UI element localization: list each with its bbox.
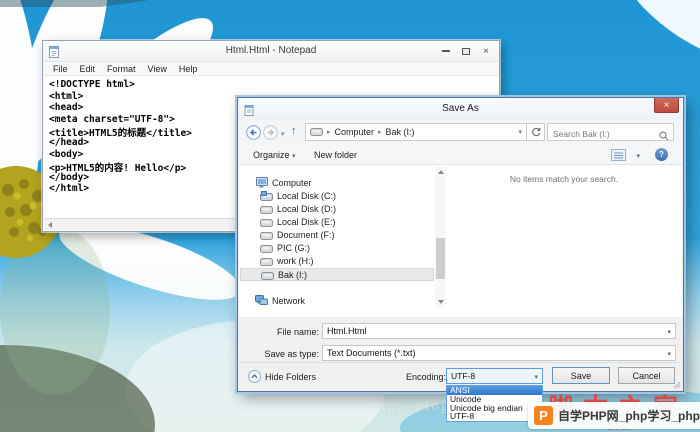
drive-icon bbox=[259, 217, 274, 227]
organize-button[interactable]: Organize ▾ bbox=[253, 150, 296, 160]
tree-item-drive-f[interactable]: Document (F:) bbox=[240, 228, 434, 241]
maximize-button[interactable] bbox=[456, 44, 476, 58]
file-name-combobox[interactable]: Html.Html ▾ bbox=[322, 323, 676, 339]
save-type-label: Save as type: bbox=[239, 349, 319, 359]
site-badge-text: 自学PHP网_php学习_php教 bbox=[558, 407, 700, 424]
tree-item-drive-e[interactable]: Local Disk (E:) bbox=[240, 215, 434, 228]
notepad-title: Html.Html - Notepad bbox=[43, 45, 499, 56]
drive-icon bbox=[259, 256, 274, 266]
notepad-menubar: File Edit Format View Help bbox=[43, 62, 499, 76]
chevron-down-icon: ▾ bbox=[292, 153, 296, 160]
refresh-button[interactable] bbox=[527, 123, 545, 141]
drive-icon bbox=[259, 243, 274, 253]
dialog-titlebar[interactable]: Save As × bbox=[238, 98, 683, 120]
command-toolbar: Organize ▾ New folder ▾ ? bbox=[239, 145, 682, 165]
scroll-down-arrow-icon[interactable] bbox=[435, 296, 446, 307]
empty-search-message: No items match your search. bbox=[446, 174, 682, 184]
drive-icon bbox=[260, 270, 275, 280]
chevron-down-icon[interactable]: ▾ bbox=[667, 328, 671, 336]
encoding-value: UTF-8 bbox=[451, 371, 475, 381]
drive-icon bbox=[259, 204, 274, 214]
save-type-combobox[interactable]: Text Documents (*.txt) ▾ bbox=[322, 345, 676, 361]
breadcrumb-separator-icon: ▸ bbox=[374, 128, 386, 136]
notepad-titlebar[interactable]: Html.Html - Notepad × bbox=[43, 41, 499, 62]
menu-file[interactable]: File bbox=[47, 64, 74, 74]
chevron-down-icon[interactable]: ▾ bbox=[534, 373, 538, 381]
cancel-button[interactable]: Cancel bbox=[618, 367, 675, 384]
new-folder-button[interactable]: New folder bbox=[314, 150, 357, 160]
save-type-value: Text Documents (*.txt) bbox=[327, 348, 416, 358]
tree-item-network[interactable]: Network bbox=[240, 294, 434, 307]
drive-icon bbox=[259, 230, 274, 240]
file-name-value: Html.Html bbox=[327, 326, 367, 336]
menu-format[interactable]: Format bbox=[101, 64, 142, 74]
file-name-label: File name: bbox=[239, 327, 319, 337]
search-input[interactable] bbox=[548, 126, 673, 142]
breadcrumb-separator-icon: ▸ bbox=[323, 128, 335, 136]
computer-icon bbox=[254, 177, 269, 188]
dialog-title: Save As bbox=[238, 103, 683, 114]
views-icon bbox=[611, 149, 626, 161]
close-button[interactable]: × bbox=[476, 44, 496, 58]
change-view-button[interactable] bbox=[611, 149, 626, 161]
search-box[interactable] bbox=[547, 123, 674, 141]
minimize-button[interactable] bbox=[436, 44, 456, 58]
encoding-combobox[interactable]: UTF-8 ▾ bbox=[446, 368, 543, 384]
save-as-dialog: Save As × ▾ ↑ ▸ Computer ▸ Bak (I:) ▾ bbox=[237, 97, 684, 392]
navigation-tree: Computer Local Disk (C:) Local Disk (D:)… bbox=[239, 165, 435, 317]
scrollbar-thumb[interactable] bbox=[436, 238, 445, 279]
help-button[interactable]: ? bbox=[655, 148, 668, 161]
site-badge: P 自学PHP网_php学习_php教 bbox=[528, 402, 700, 429]
breadcrumb-computer[interactable]: Computer bbox=[335, 127, 375, 137]
chevron-down-icon[interactable]: ▾ bbox=[667, 350, 671, 358]
tree-item-drive-d[interactable]: Local Disk (D:) bbox=[240, 202, 434, 215]
dialog-close-button[interactable]: × bbox=[654, 98, 679, 113]
code-line: <!DOCTYPE html> bbox=[49, 79, 498, 91]
up-button[interactable]: ↑ bbox=[291, 125, 297, 137]
address-bar[interactable]: ▸ Computer ▸ Bak (I:) ▾ bbox=[305, 123, 527, 141]
desktop: Html.Html - Notepad × File Edit Format V… bbox=[0, 0, 700, 432]
tree-item-drive-c[interactable]: Local Disk (C:) bbox=[240, 189, 434, 202]
navigation-bar: ▾ ↑ ▸ Computer ▸ Bak (I:) ▾ bbox=[239, 120, 682, 145]
tree-item-drive-g[interactable]: PIC (G:) bbox=[240, 241, 434, 254]
tree-item-drive-h[interactable]: work (H:) bbox=[240, 254, 434, 267]
back-button[interactable] bbox=[246, 125, 261, 140]
history-dropdown-icon[interactable]: ▾ bbox=[281, 130, 285, 138]
tree-item-drive-i-selected[interactable]: Bak (I:) bbox=[240, 268, 434, 281]
menu-edit[interactable]: Edit bbox=[74, 64, 102, 74]
tree-item-computer[interactable]: Computer bbox=[240, 176, 434, 189]
tree-scrollbar[interactable] bbox=[435, 166, 446, 307]
menu-view[interactable]: View bbox=[142, 64, 173, 74]
forward-button[interactable] bbox=[263, 125, 278, 140]
address-dropdown-icon[interactable]: ▾ bbox=[518, 128, 522, 136]
hide-folders-button[interactable]: Hide Folders bbox=[248, 370, 316, 383]
encoding-label: Encoding: bbox=[406, 372, 446, 382]
file-list-area[interactable]: No items match your search. bbox=[446, 165, 682, 317]
filename-section: File name: Html.Html ▾ Save as type: Tex… bbox=[239, 317, 682, 364]
menu-help[interactable]: Help bbox=[173, 64, 204, 74]
dialog-body: Computer Local Disk (C:) Local Disk (D:)… bbox=[239, 165, 682, 317]
views-dropdown-icon[interactable]: ▾ bbox=[636, 152, 640, 160]
drive-icon bbox=[310, 123, 323, 141]
scroll-up-arrow-icon[interactable] bbox=[435, 166, 446, 177]
save-button[interactable]: Save bbox=[552, 367, 610, 384]
breadcrumb-current-folder[interactable]: Bak (I:) bbox=[386, 127, 415, 137]
drive-icon bbox=[259, 191, 274, 201]
search-icon bbox=[659, 128, 669, 146]
scroll-left-arrow-icon[interactable] bbox=[44, 219, 56, 230]
network-icon bbox=[254, 295, 269, 306]
chevron-up-circle-icon bbox=[248, 370, 261, 383]
site-logo-icon: P bbox=[534, 406, 553, 425]
